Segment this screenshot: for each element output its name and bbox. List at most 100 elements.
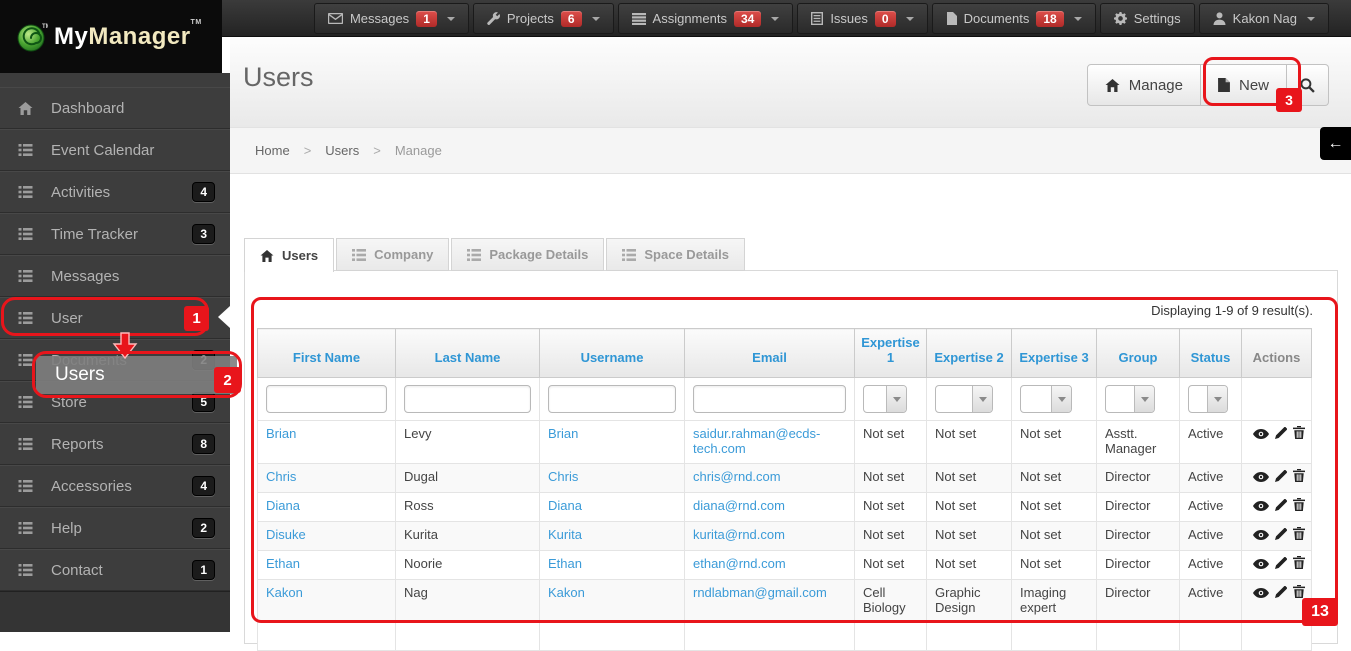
chevron-down-icon <box>771 16 780 21</box>
home-icon <box>18 101 34 115</box>
menu-projects-label: Projects <box>506 11 554 26</box>
sidebar-footer <box>0 591 230 632</box>
app-logo[interactable]: TM MyManagerTM <box>0 0 222 73</box>
sidebar-item-label: Event Calendar <box>51 141 155 159</box>
sidebar-item-contact[interactable]: Contact 1 <box>0 549 230 591</box>
tab-package-details[interactable]: Package Details <box>451 238 605 271</box>
list-icon <box>352 248 367 261</box>
tab-label: Space Details <box>644 247 729 262</box>
page-header: Users Manage New <box>230 37 1351 127</box>
list-icon <box>18 396 34 408</box>
annotation-step-3: 3 <box>1276 88 1302 112</box>
manage-button[interactable]: Manage <box>1086 64 1201 106</box>
count-badge: 3 <box>192 224 215 244</box>
collapse-back-button[interactable]: ← <box>1320 127 1351 160</box>
tab-label: Users <box>282 248 319 263</box>
sidebar-item-accessories[interactable]: Accessories 4 <box>0 465 230 507</box>
list-icon <box>18 564 34 576</box>
top-menu: Messages 1 Projects 6 Assignments 34 Iss… <box>312 0 1331 37</box>
count-badge: 1 <box>192 560 215 580</box>
page-title: Users <box>243 62 314 92</box>
sidebar-item-activities[interactable]: Activities 4 <box>0 171 230 213</box>
assignments-count-badge: 34 <box>733 10 762 27</box>
annotation-step-1: 1 <box>184 306 209 331</box>
sidebar-item-label: Accessories <box>51 477 132 495</box>
chevron-down-icon <box>905 16 914 21</box>
tab-space-details[interactable]: Space Details <box>606 238 745 271</box>
menu-assignments-label: Assignments <box>652 11 727 26</box>
list-icon <box>622 248 637 261</box>
count-badge: 4 <box>192 182 215 202</box>
list-icon <box>18 522 34 534</box>
sidebar-item-label: Messages <box>51 267 120 285</box>
breadcrumb-separator: > <box>373 143 381 158</box>
sidebar-item-label: Help <box>51 519 82 537</box>
menu-documents[interactable]: Documents 18 <box>931 3 1096 34</box>
menu-messages-label: Messages <box>349 11 410 26</box>
menu-issues[interactable]: Issues 0 <box>797 3 928 34</box>
svg-text:TM: TM <box>42 24 48 30</box>
sidebar-item-reports[interactable]: Reports 8 <box>0 423 230 465</box>
sidebar-item-label: Time Tracker <box>51 225 138 243</box>
tab-users[interactable]: Users <box>244 238 335 272</box>
count-badge: 8 <box>192 434 215 454</box>
bars-icon <box>631 12 646 25</box>
menu-projects[interactable]: Projects 6 <box>472 3 614 34</box>
breadcrumb: Home > Users > Manage <box>230 127 1351 174</box>
annotation-outline-users-grid <box>251 297 1338 623</box>
sidebar-item-dashboard[interactable]: Dashboard <box>0 87 230 129</box>
sidebar-item-label: Activities <box>51 183 111 201</box>
menu-messages[interactable]: Messages 1 <box>313 3 469 34</box>
person-icon <box>1213 12 1226 25</box>
annotation-step-13: 13 <box>1302 598 1338 626</box>
document-lines-icon <box>811 12 824 25</box>
documents-count-badge: 18 <box>1036 10 1064 27</box>
menu-issues-label: Issues <box>830 11 868 26</box>
chevron-down-icon <box>1073 16 1082 21</box>
menu-user-account[interactable]: Kakon Nag <box>1198 3 1329 34</box>
menu-settings[interactable]: Settings <box>1099 3 1195 34</box>
count-badge: 4 <box>192 476 215 496</box>
home-icon <box>260 249 274 262</box>
breadcrumb-separator: > <box>303 143 312 158</box>
issues-count-badge: 0 <box>874 10 896 27</box>
list-icon <box>18 228 34 240</box>
list-icon <box>18 270 34 282</box>
sidebar-item-time-tracker[interactable]: Time Tracker 3 <box>0 213 230 255</box>
breadcrumb-home[interactable]: Home <box>255 143 290 158</box>
envelope-icon <box>327 13 343 24</box>
chevron-down-icon <box>446 16 455 21</box>
left-arrow-icon: ← <box>1327 134 1344 152</box>
wrench-icon <box>487 12 500 25</box>
manage-button-label: Manage <box>1128 76 1183 94</box>
count-badge: 2 <box>192 518 215 538</box>
sidebar-item-help[interactable]: Help 2 <box>0 507 230 549</box>
tab-label: Package Details <box>489 247 589 262</box>
chevron-down-icon <box>1307 16 1315 21</box>
sidebar-item-label: Dashboard <box>51 99 125 117</box>
sidebar-item-label: Contact <box>51 561 103 579</box>
list-icon <box>18 186 34 198</box>
annotation-outline-users-submenu <box>32 351 242 398</box>
logo-snail-icon: TM <box>16 21 48 53</box>
sidebar-item-event-calendar[interactable]: Event Calendar <box>0 129 230 171</box>
list-icon <box>18 480 34 492</box>
sidebar-item-messages[interactable]: Messages <box>0 255 230 297</box>
file-icon <box>946 12 957 25</box>
annotation-step-2: 2 <box>214 367 241 393</box>
breadcrumb-current: Manage <box>394 143 442 158</box>
tab-company[interactable]: Company <box>336 238 450 271</box>
active-item-notch <box>218 306 230 328</box>
list-icon <box>467 248 482 261</box>
projects-count-badge: 6 <box>560 10 582 27</box>
messages-count-badge: 1 <box>416 10 437 27</box>
menu-assignments[interactable]: Assignments 34 <box>617 3 794 34</box>
user-name-label: Kakon Nag <box>1232 11 1297 26</box>
chevron-down-icon <box>591 16 600 21</box>
tab-label: Company <box>374 247 434 262</box>
logo-wordmark: MyManagerTM <box>54 18 202 50</box>
sidebar-item-label: Reports <box>51 435 104 453</box>
gear-icon <box>1113 12 1127 25</box>
breadcrumb-users[interactable]: Users <box>325 143 359 158</box>
menu-documents-label: Documents <box>963 11 1030 26</box>
